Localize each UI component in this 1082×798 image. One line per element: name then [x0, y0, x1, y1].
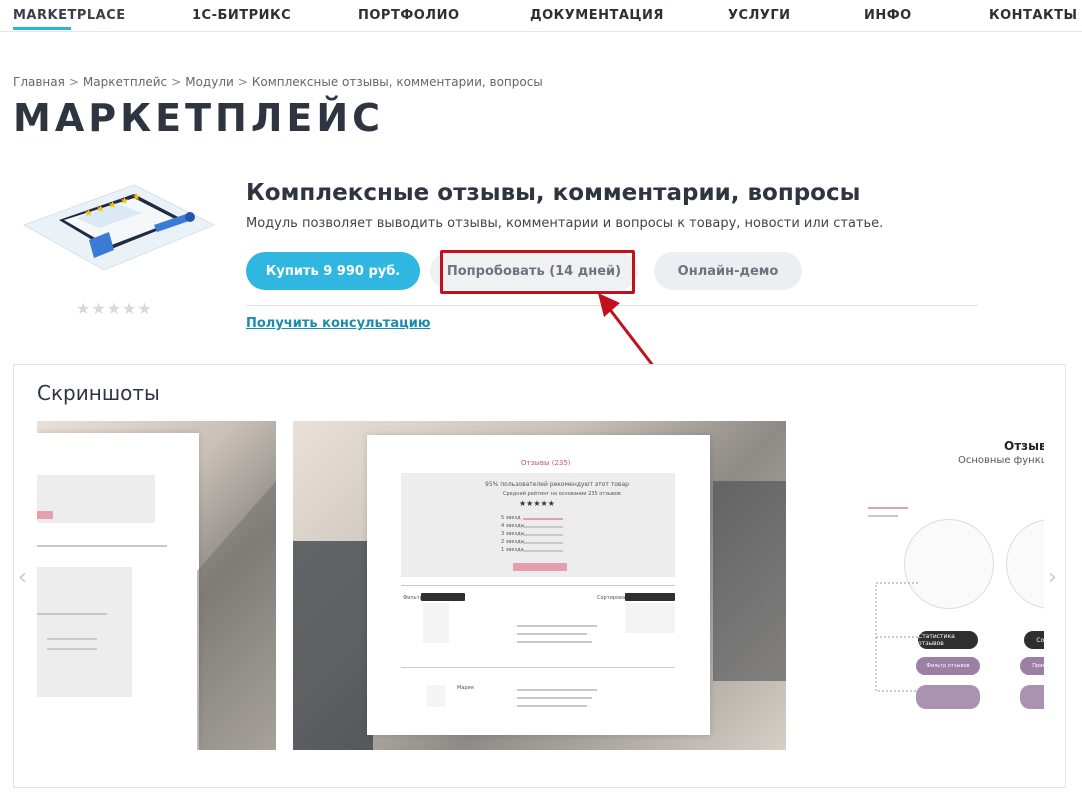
screenshot-text: 1 звезда — [501, 547, 524, 553]
rating-stars: ★★★★★ — [76, 299, 153, 318]
screenshot-text: 3 звезды — [501, 531, 525, 537]
screenshots-panel: Скриншоты Отзывы (235) 95% пользователей… — [13, 364, 1066, 788]
screenshot-button — [513, 563, 567, 571]
screenshot-bar — [523, 550, 563, 552]
product-image: ★ ★ ★ ★ ★ — [22, 184, 216, 271]
screenshot-line — [517, 625, 597, 627]
svg-text:★: ★ — [108, 200, 117, 211]
screenshot-line — [47, 648, 97, 650]
breadcrumb-modules[interactable]: Модули — [185, 75, 234, 89]
screenshot-heading: Отзывы — [1004, 439, 1044, 453]
screenshot-text: Мария — [457, 685, 474, 691]
screenshot-chip: Сорт — [1024, 631, 1044, 649]
screenshot-text: 95% пользователей рекомендуют этот товар — [485, 481, 629, 488]
top-navigation: MARKETPLACE 1С-БИТРИКС ПОРТФОЛИО ДОКУМЕН… — [0, 0, 1082, 32]
nav-item-marketplace[interactable]: MARKETPLACE — [13, 8, 126, 23]
screenshot-photo-shadow — [713, 481, 786, 681]
screenshot-chip: Фильтр отзывов — [916, 657, 980, 675]
screenshot-menu — [625, 603, 675, 633]
screenshot-bar — [523, 542, 563, 544]
breadcrumb: Главная > Маркетплейс > Модули > Комплексные о… — [13, 75, 543, 89]
screenshot-document: Отзывы (235) 95% пользователей рекоменду… — [367, 435, 710, 735]
screenshot-line — [517, 633, 587, 635]
svg-text:★: ★ — [120, 196, 129, 207]
page-title: МАРКЕТПЛЕЙС — [13, 96, 385, 140]
nav-item-contacts[interactable]: КОНТАКТЫ — [989, 8, 1077, 23]
nav-item-portfolio[interactable]: ПОРТФОЛИО — [358, 8, 460, 23]
svg-text:★: ★ — [96, 204, 105, 215]
screenshot-text: Фильтр — [403, 595, 423, 601]
svg-text:★: ★ — [132, 192, 141, 203]
screenshot-line — [517, 697, 592, 699]
nav-item-info[interactable]: ИНФО — [864, 8, 912, 23]
screenshot-text: Средний рейтинг на основании 235 отзывов — [503, 491, 621, 497]
screenshot-heading: Отзывы (235) — [521, 459, 571, 467]
screenshot-text: 4 звезды — [501, 523, 525, 529]
screenshot-line — [37, 613, 107, 615]
screenshot-circle — [1006, 519, 1044, 609]
screenshot-line — [517, 641, 592, 643]
svg-text:★: ★ — [84, 208, 93, 219]
screenshot-bar — [523, 518, 563, 520]
screenshot-document — [37, 433, 199, 750]
screenshots-title: Скриншоты — [37, 381, 160, 405]
screenshot-button — [37, 511, 53, 519]
screenshot-line — [517, 689, 597, 691]
screenshot-block — [401, 473, 675, 577]
breadcrumb-separator: > — [68, 75, 79, 89]
screenshot-line — [401, 585, 675, 586]
screenshot-bar — [523, 526, 563, 528]
screenshot-stars: ★★★★★ — [519, 499, 555, 508]
carousel-next-icon[interactable]: › — [1048, 565, 1057, 590]
screenshot-line — [517, 705, 587, 707]
screenshot-block — [37, 567, 132, 697]
screenshot-avatar — [427, 685, 445, 707]
breadcrumb-separator: > — [171, 75, 182, 89]
screenshot-subtitle: Основные функции — [958, 455, 1044, 466]
product-description: Модуль позволяет выводить отзывы, коммен… — [246, 216, 884, 231]
screenshot-photo-shadow — [293, 541, 373, 750]
screenshot-bar — [523, 534, 563, 536]
nav-item-documentation[interactable]: ДОКУМЕНТАЦИЯ — [530, 8, 664, 23]
screenshot-chip: Прикре — [1020, 657, 1044, 675]
screenshot-dropdown — [625, 593, 675, 601]
carousel-prev-icon[interactable]: ‹ — [18, 565, 27, 590]
screenshot-line — [868, 515, 898, 517]
buy-button[interactable]: Купить 9 990 руб. — [246, 252, 420, 290]
screenshot-block — [37, 475, 155, 523]
nav-item-1c-bitrix[interactable]: 1С-БИТРИКС — [192, 8, 291, 23]
nav-item-services[interactable]: УСЛУГИ — [728, 8, 791, 23]
screenshot-connector-lines — [875, 582, 918, 692]
screenshot-dropdown — [421, 593, 465, 601]
screenshot-thumbnail[interactable]: Отзывы Основные функции Статистика отзыв… — [854, 427, 1044, 745]
product-title: Комплексные отзывы, комментарии, вопросы — [246, 180, 861, 206]
nav-active-indicator — [13, 27, 71, 30]
screenshot-text: 2 звезды — [501, 539, 525, 545]
screenshot-line — [47, 638, 97, 640]
screenshot-menu — [423, 603, 449, 643]
breadcrumb-current: Комплексные отзывы, комментарии, вопросы — [251, 75, 543, 89]
breadcrumb-marketplace[interactable]: Маркетплейс — [83, 75, 167, 89]
screenshot-line — [868, 507, 908, 509]
screenshot-photo-fold — [197, 481, 276, 750]
breadcrumb-home[interactable]: Главная — [13, 75, 65, 89]
screenshot-chip: Статистика отзывов — [918, 631, 978, 649]
screenshot-line — [37, 545, 167, 547]
screenshot-chip — [1020, 685, 1044, 709]
screenshot-chip — [916, 685, 980, 709]
screenshot-text: 5 звезд — [501, 515, 521, 521]
screenshot-line — [401, 667, 675, 668]
screenshot-thumbnail[interactable] — [37, 421, 276, 750]
breadcrumb-separator: > — [237, 75, 248, 89]
consultation-link[interactable]: Получить консультацию — [246, 316, 430, 331]
screenshot-thumbnail[interactable]: Отзывы (235) 95% пользователей рекоменду… — [293, 421, 786, 750]
